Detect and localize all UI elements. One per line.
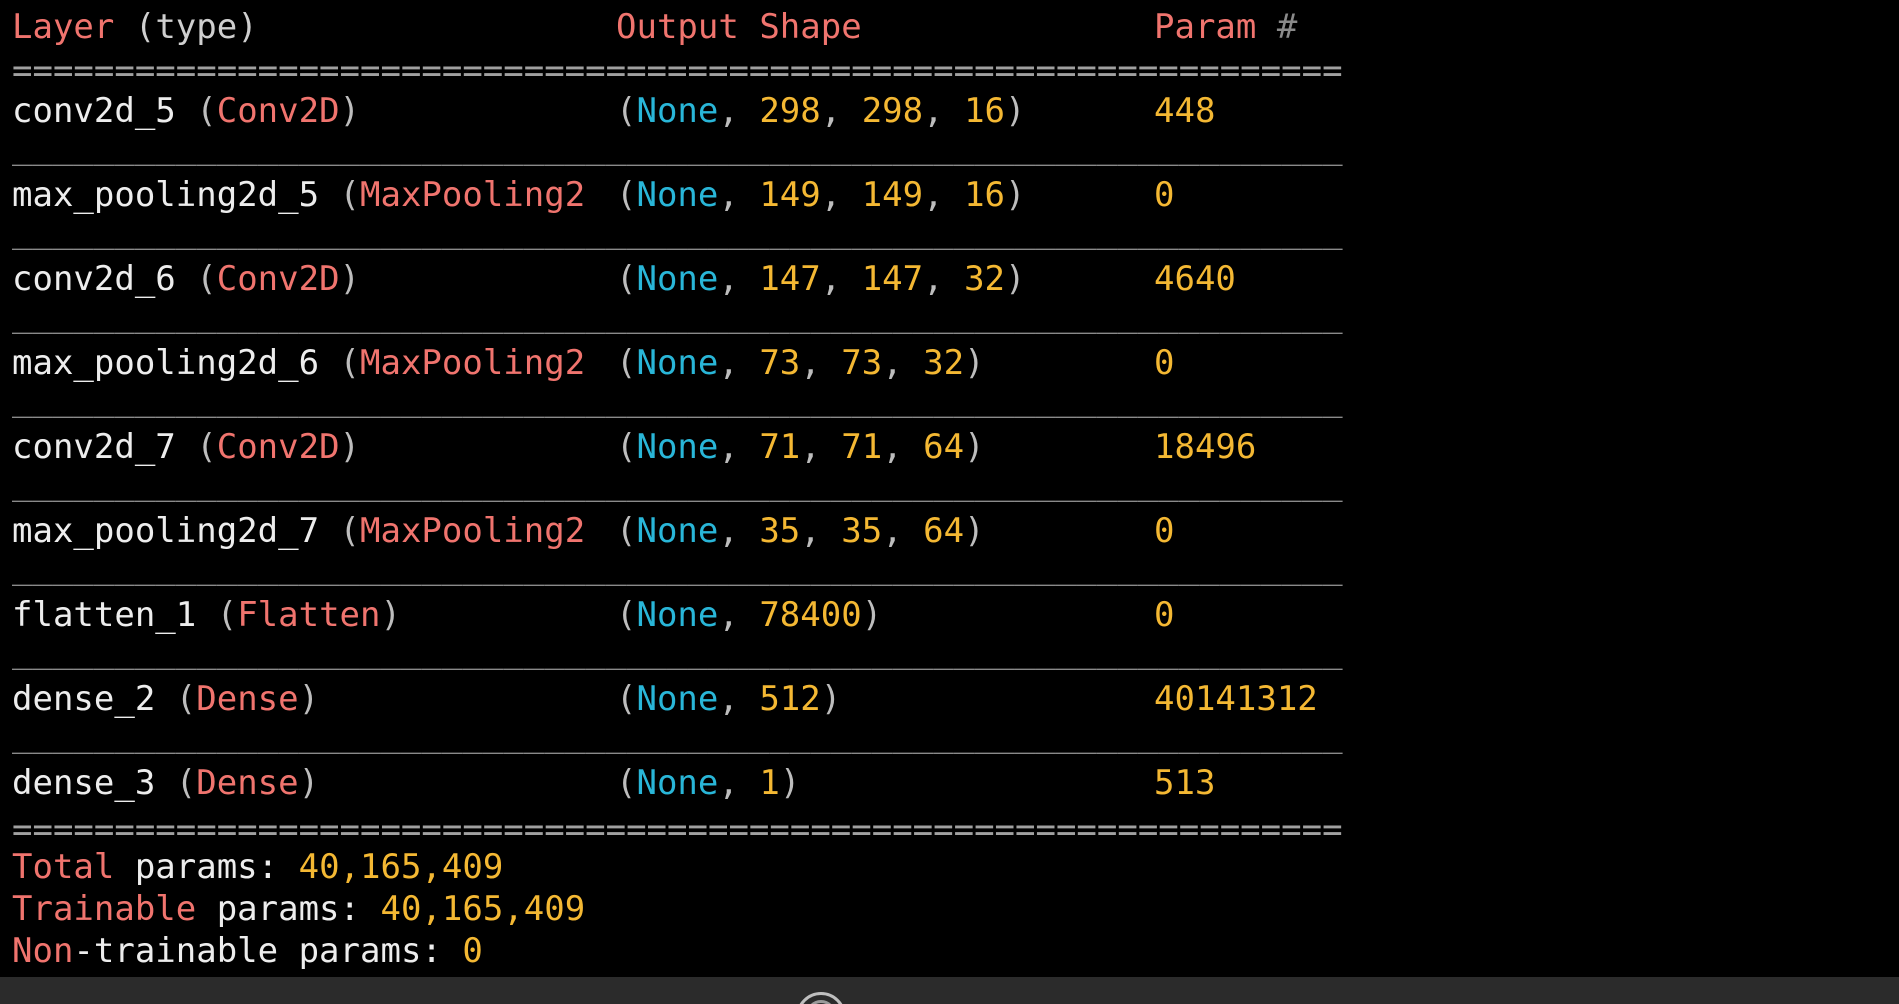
shape-none: None [636,511,719,551]
separator-row: ________________________________________… [12,631,1343,671]
shape-dim: 149 [861,175,924,215]
shape-dim: 71 [841,427,883,467]
shape-none: None [636,343,719,383]
shape-dim: 64 [923,511,965,551]
shape-dim: 73 [759,343,801,383]
separator-row: ________________________________________… [12,463,1343,503]
header-type-word: type [155,7,238,47]
shape-dim: 298 [861,91,924,131]
header-shape-word: Shape [759,7,862,47]
shape-dim: 64 [923,427,965,467]
layer-name: max_pooling2d_6 [12,343,320,383]
header-layer: Layer (type) [12,7,258,47]
total-label: Total [12,847,115,887]
total-params-line: Total params: 40,165,409 [12,846,503,888]
terminal-output: Layer (type) Output Shape Param # ======… [0,0,1899,1004]
separator-bottom: ========================================… [12,810,1343,850]
layer-type: MaxPooling2 [360,175,586,215]
layer-name-cell: dense_3 (Dense) [12,763,320,803]
trainable-value: 40,165,409 [380,889,586,929]
layer-type: Conv2D [216,259,340,299]
shape-dim: 73 [841,343,883,383]
nontrainable-value: 0 [462,931,483,971]
header-output-word: Output [616,7,739,47]
separator-row: ________________________________________… [12,295,1343,335]
shape-none: None [636,259,719,299]
separator-top: ========================================… [12,51,1343,91]
header-hash: # [1276,7,1298,47]
separator-row: ________________________________________… [12,547,1343,587]
layer-name: conv2d_6 [12,259,176,299]
layer-params: 513 [1154,763,1216,803]
shape-dim: 147 [759,259,821,299]
shape-dim: 32 [923,343,965,383]
header-param: Param # [1154,6,1297,48]
total-value: 40,165,409 [298,847,504,887]
layer-name: max_pooling2d_7 [12,511,320,551]
layer-type: Conv2D [216,91,340,131]
shape-dim: 16 [964,91,1006,131]
total-label-rest: params: [114,847,299,887]
shape-none: None [636,427,719,467]
nontrainable-params-line: Non-trainable params: 0 [12,930,483,972]
shape-none: None [636,595,719,635]
shape-none: None [636,91,719,131]
layer-shape-cell: (None, 1) [616,763,801,803]
header-row: Layer (type) Output Shape Param # [12,6,1297,48]
shape-dim: 35 [759,511,801,551]
layer-type: Conv2D [216,427,340,467]
header-layer-word: Layer [12,7,115,47]
layer-name: flatten_1 [12,595,197,635]
layer-type: Dense [196,763,299,803]
separator-row: ________________________________________… [12,211,1343,251]
shape-dim: 149 [759,175,821,215]
header-param-word: Param [1154,7,1257,47]
shape-dim: 71 [759,427,801,467]
layer-type: MaxPooling2 [360,511,586,551]
layer-name: conv2d_5 [12,91,176,131]
shape-dim: 78400 [759,595,862,635]
trainable-label: Trainable [12,889,197,929]
bottom-bar [0,977,1899,1004]
shape-dim: 147 [861,259,924,299]
shape-dim: 16 [964,175,1006,215]
shape-none: None [636,679,719,719]
trainable-label-rest: params: [196,889,381,929]
shape-dim: 298 [759,91,821,131]
shape-dim: 1 [759,763,780,803]
separator-row: ________________________________________… [12,379,1343,419]
header-output-shape: Output Shape [616,6,862,48]
shape-dim: 35 [841,511,883,551]
shape-none: None [636,763,719,803]
layer-name: max_pooling2d_5 [12,175,320,215]
layer-type: Dense [196,679,299,719]
trainable-params-line: Trainable params: 40,165,409 [12,888,585,930]
nontrainable-label: Non [12,931,74,971]
shape-dim: 512 [759,679,821,719]
layer-name: dense_3 [12,763,156,803]
separator-row: ________________________________________… [12,715,1343,755]
layer-name: conv2d_7 [12,427,176,467]
shape-none: None [636,175,719,215]
shape-dim: 32 [964,259,1006,299]
layer-type: Flatten [237,595,381,635]
separator-row: ________________________________________… [12,127,1343,167]
layer-name: dense_2 [12,679,156,719]
nontrainable-label-rest: -trainable params: [73,931,463,971]
layer-type: MaxPooling2 [360,343,586,383]
